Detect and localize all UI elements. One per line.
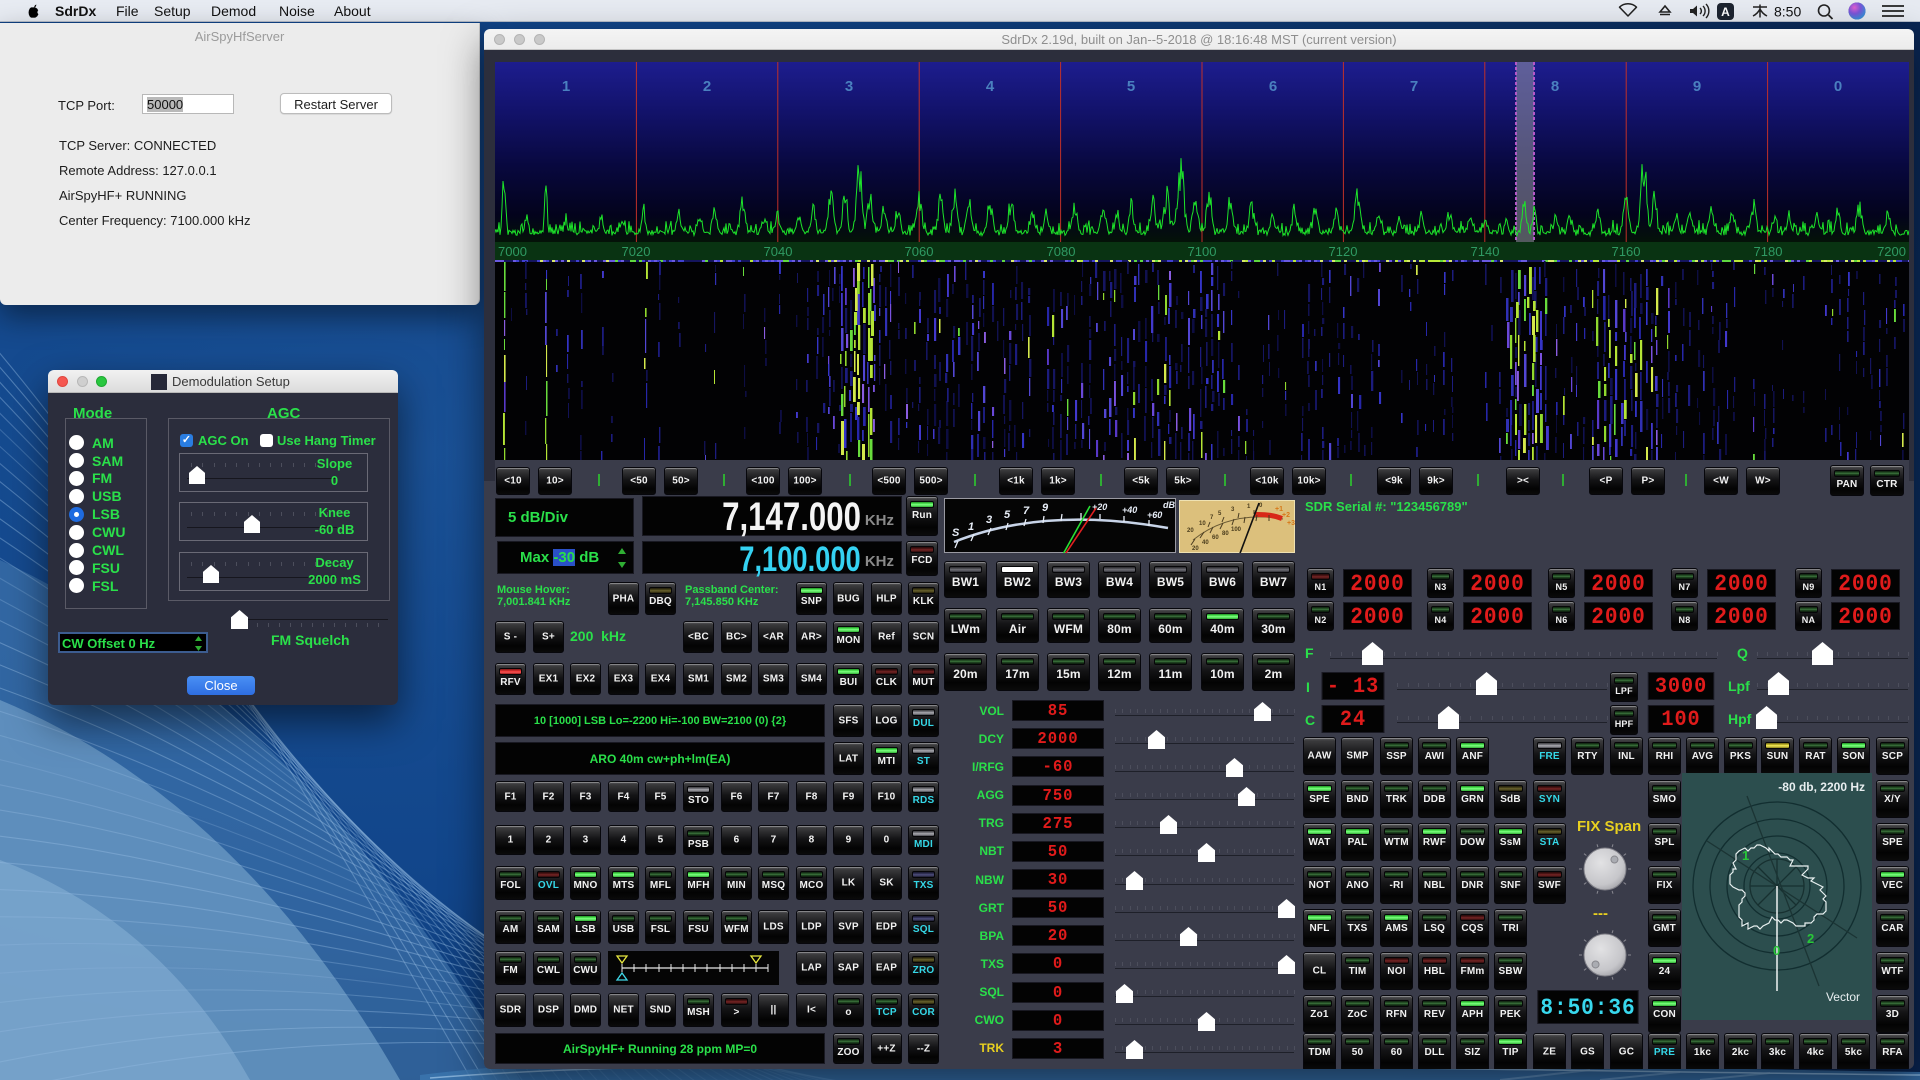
svg-text:8:50: 8:50 [1774,4,1801,20]
svg-text:+2: +2 [1282,512,1290,519]
svg-text:8: 8 [1551,78,1559,95]
svg-text:20: 20 [1192,546,1199,552]
svg-text:dB: dB [1163,500,1175,510]
svg-text:Vector: Vector [1826,990,1860,1004]
svg-text:9: 9 [1693,78,1701,95]
svg-text:1: 1 [562,78,570,95]
svg-text:0: 0 [1773,943,1780,958]
svg-text:7060: 7060 [905,244,934,259]
svg-text:80: 80 [1222,531,1229,537]
svg-text:6: 6 [1269,78,1277,95]
svg-text:7: 7 [1410,78,1418,95]
svg-text:+60: +60 [1147,510,1162,520]
svg-text:7020: 7020 [622,244,651,259]
svg-text:S: S [952,527,960,539]
svg-text:1: 1 [1742,848,1749,863]
svg-text:5: 5 [1004,509,1011,521]
svg-text:7180: 7180 [1754,244,1783,259]
svg-text:7: 7 [1023,505,1030,517]
svg-text:A: A [1721,5,1730,19]
svg-text:2: 2 [703,78,711,95]
svg-text:7040: 7040 [764,244,793,259]
svg-text:7140: 7140 [1471,244,1500,259]
svg-text:-80 db, 2200 Hz: -80 db, 2200 Hz [1778,780,1865,794]
svg-text:7100: 7100 [1188,244,1217,259]
svg-text:7200: 7200 [1877,244,1906,259]
svg-text:+40: +40 [1122,505,1137,515]
svg-text:10: 10 [1199,521,1206,527]
svg-text:60: 60 [1212,535,1219,541]
svg-text:5: 5 [1127,78,1135,95]
svg-text:7160: 7160 [1612,244,1641,259]
svg-text:+3: +3 [1287,520,1295,527]
svg-text:7000: 7000 [498,244,527,259]
svg-text:2: 2 [1807,931,1814,946]
svg-text:100: 100 [1231,527,1242,533]
svg-text:20: 20 [1187,528,1194,534]
svg-text:40: 40 [1202,540,1209,546]
svg-text:3: 3 [986,514,992,526]
svg-text:1: 1 [968,521,974,533]
svg-text:7080: 7080 [1047,244,1076,259]
svg-text:4: 4 [986,78,995,95]
svg-text:0: 0 [1834,78,1842,95]
svg-text:7120: 7120 [1329,244,1358,259]
svg-text:3: 3 [845,78,853,95]
svg-text:9: 9 [1042,502,1049,514]
